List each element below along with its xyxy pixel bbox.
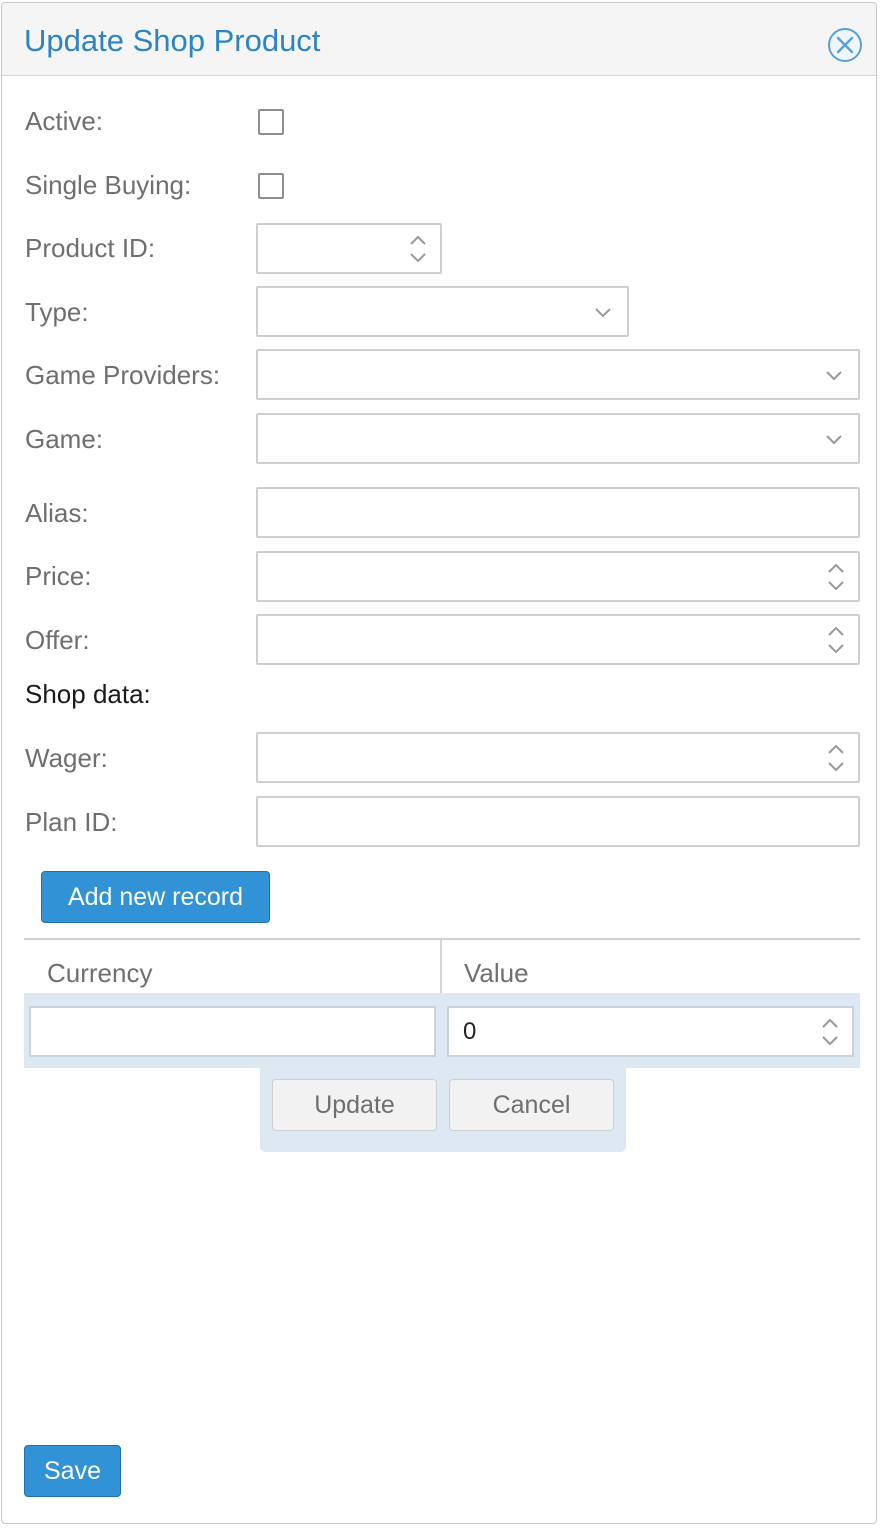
product-id-label: Product ID:	[25, 233, 156, 263]
game-select[interactable]	[256, 413, 860, 464]
alias-label: Alias:	[25, 498, 89, 528]
plan-id-field[interactable]	[256, 796, 860, 847]
game-providers-label: Game Providers:	[25, 360, 221, 390]
spinner-icon[interactable]	[824, 560, 848, 594]
game-providers-select[interactable]	[256, 349, 860, 400]
single-buying-checkbox[interactable]	[258, 173, 284, 199]
price-label: Price:	[25, 561, 92, 591]
active-label: Active:	[25, 106, 104, 136]
save-button[interactable]: Save	[24, 1445, 121, 1497]
chevron-down-icon[interactable]	[824, 365, 844, 385]
spinner-icon[interactable]	[818, 1015, 842, 1049]
offer-field[interactable]	[256, 614, 860, 665]
offer-input[interactable]	[258, 616, 858, 663]
active-checkbox[interactable]	[258, 109, 284, 135]
type-label: Type:	[25, 297, 89, 327]
row-edit-actions: Update Cancel	[260, 1067, 626, 1152]
price-field[interactable]	[256, 551, 860, 602]
grid-edit-row	[24, 993, 860, 1068]
value-column-header[interactable]: Value	[464, 958, 529, 989]
wager-label: Wager:	[25, 743, 108, 773]
dialog-titlebar: Update Shop Product	[2, 3, 876, 76]
product-id-field[interactable]	[256, 223, 442, 274]
grid-column-separator	[440, 940, 442, 994]
close-icon[interactable]	[827, 27, 863, 63]
spinner-icon[interactable]	[824, 741, 848, 775]
chevron-down-icon[interactable]	[824, 429, 844, 449]
chevron-down-icon[interactable]	[593, 302, 613, 322]
type-select[interactable]	[256, 286, 629, 337]
game-label: Game:	[25, 424, 104, 454]
spinner-icon[interactable]	[406, 232, 430, 266]
cancel-button[interactable]: Cancel	[449, 1079, 614, 1131]
add-new-record-button[interactable]: Add new record	[41, 871, 270, 923]
currency-cell-editor[interactable]	[29, 1006, 436, 1057]
value-input[interactable]	[449, 1008, 852, 1055]
single-buying-label: Single Buying:	[25, 170, 192, 200]
plan-id-input[interactable]	[258, 798, 858, 845]
plan-id-label: Plan ID:	[25, 807, 118, 837]
wager-input[interactable]	[258, 734, 858, 781]
offer-label: Offer:	[25, 625, 90, 655]
price-input[interactable]	[258, 553, 858, 600]
spinner-icon[interactable]	[824, 623, 848, 657]
dialog-title: Update Shop Product	[24, 23, 321, 58]
wager-field[interactable]	[256, 732, 860, 783]
update-button[interactable]: Update	[272, 1079, 437, 1131]
shop-data-heading: Shop data:	[25, 679, 151, 709]
currency-input[interactable]	[31, 1008, 434, 1055]
value-cell-editor[interactable]	[447, 1006, 854, 1057]
update-shop-product-dialog: Update Shop Product Active: Single Buyin…	[1, 2, 877, 1524]
currency-column-header[interactable]: Currency	[47, 958, 152, 989]
alias-field[interactable]	[256, 487, 860, 538]
alias-input[interactable]	[258, 489, 858, 536]
grid-header-border	[24, 938, 860, 940]
